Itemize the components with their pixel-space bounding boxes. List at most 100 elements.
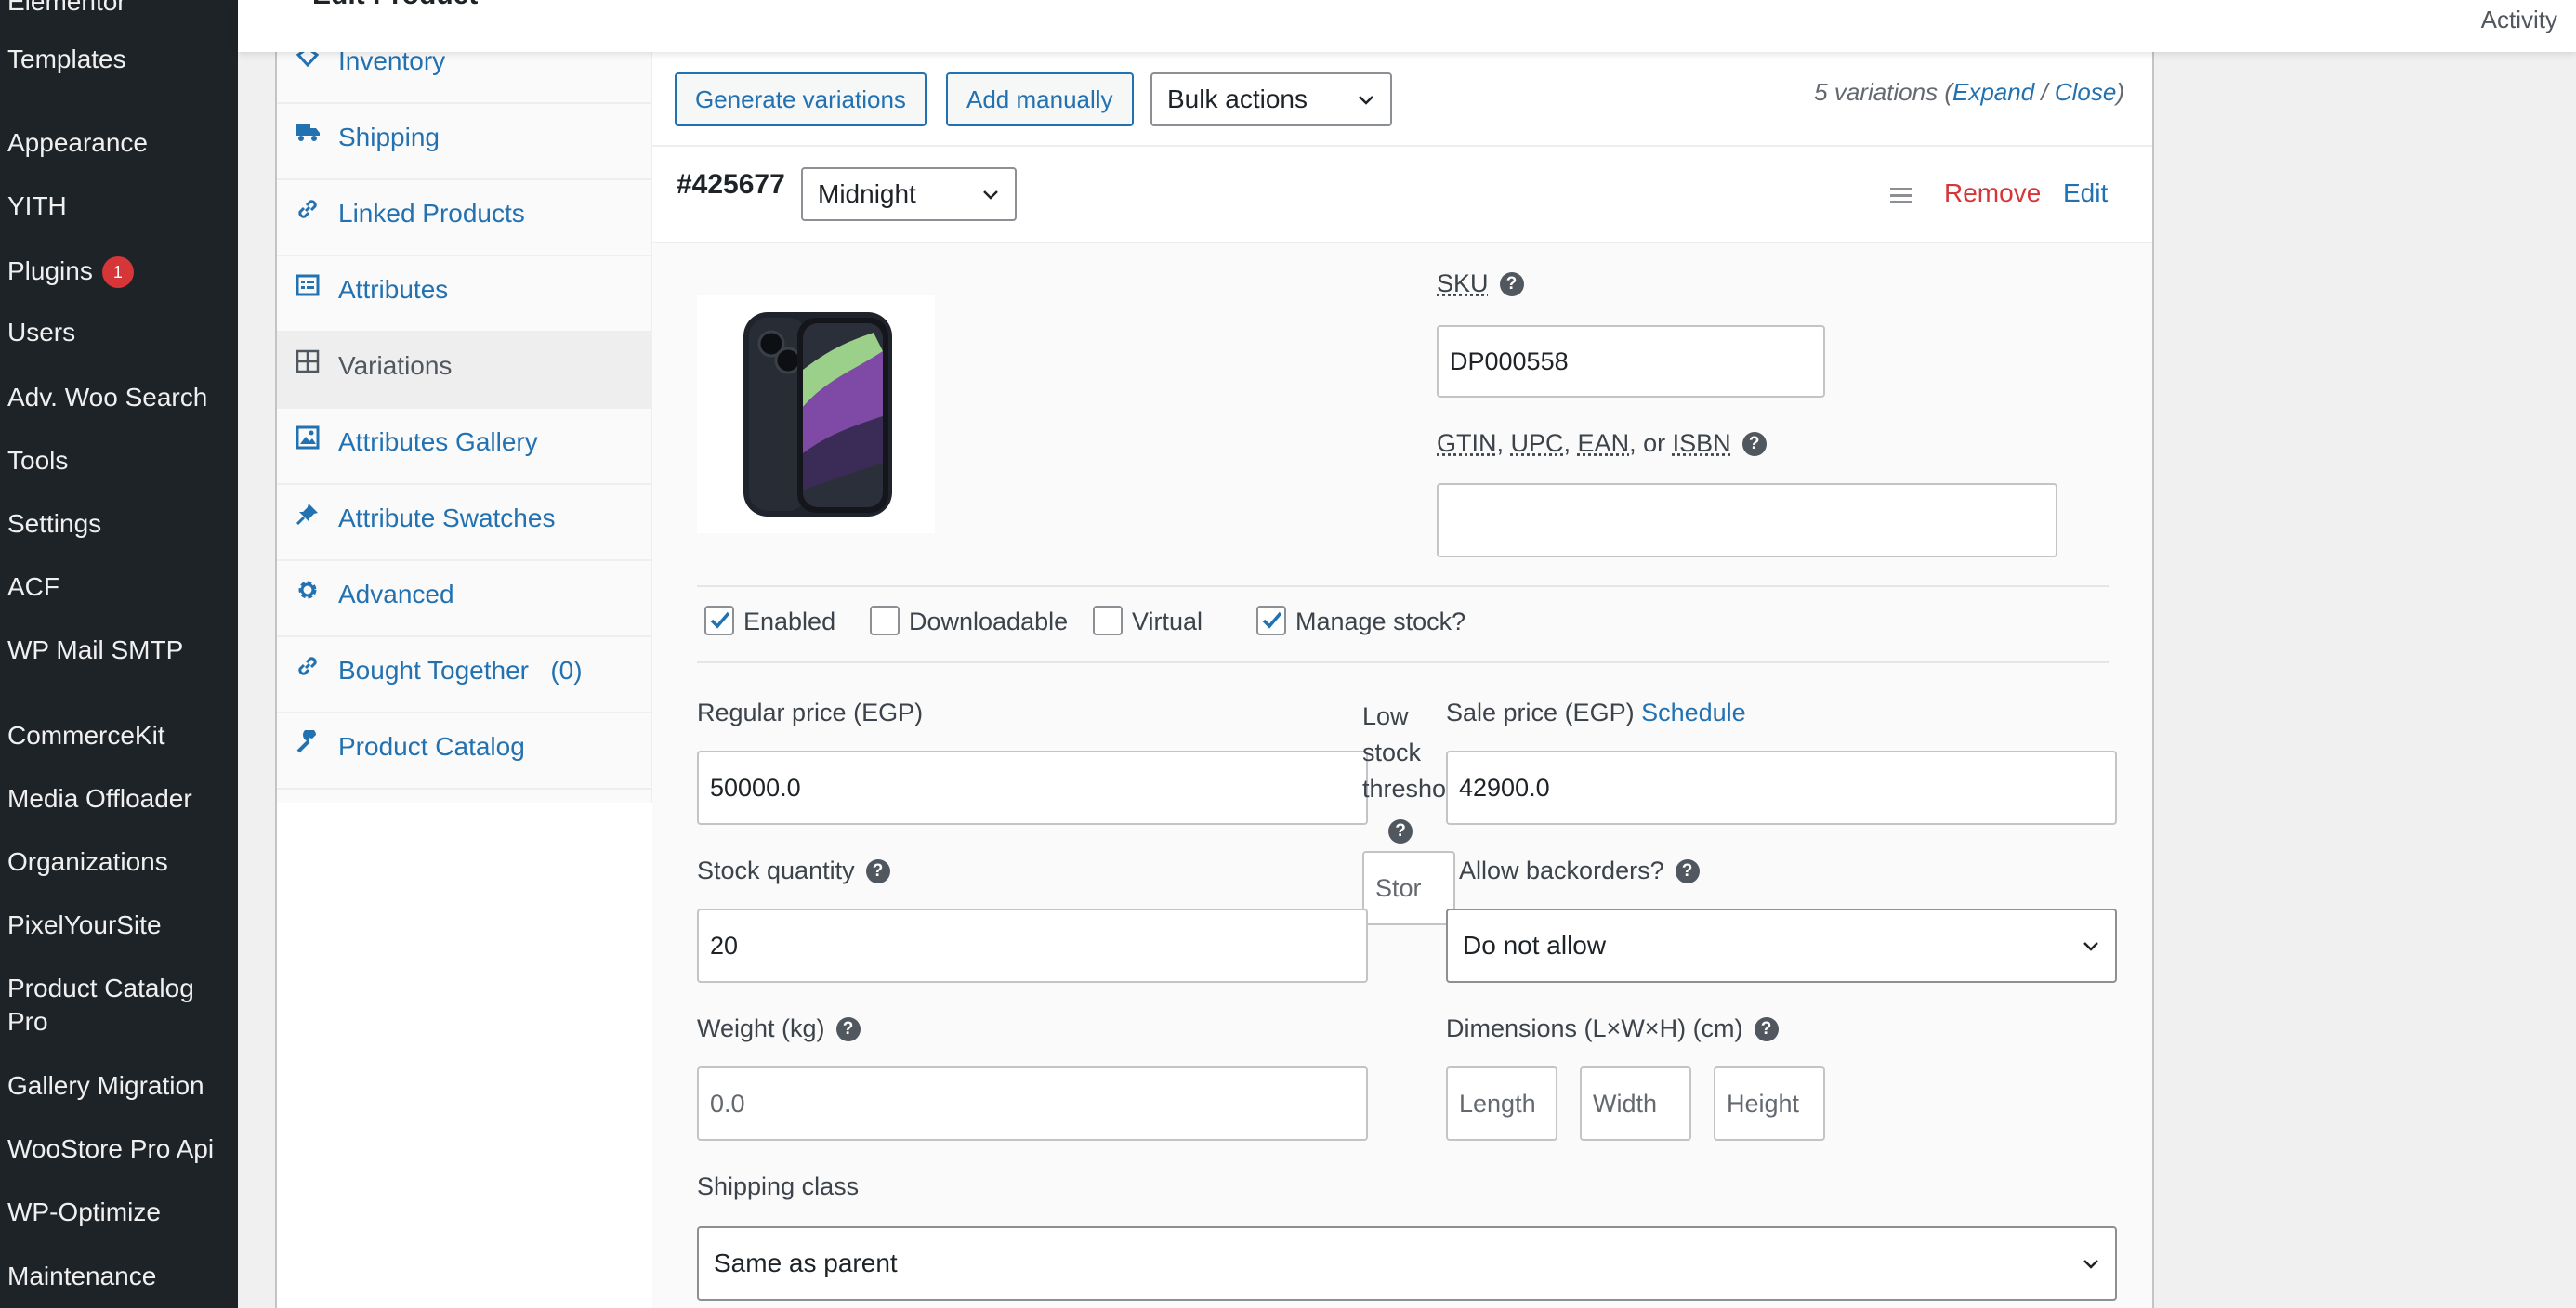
sku-input[interactable]: DP000558 [1437, 325, 1825, 398]
link-icon [294, 654, 322, 682]
sidebar-item-appearance[interactable]: Appearance [7, 126, 148, 160]
tab-variations[interactable]: Variations [277, 333, 652, 409]
downloadable-checkbox[interactable] [870, 606, 900, 635]
help-icon[interactable]: ? [1675, 859, 1700, 883]
width-input[interactable]: Width [1580, 1066, 1691, 1141]
weight-input[interactable]: 0.0 [697, 1066, 1368, 1141]
tab-label: Attribute Swatches [338, 504, 556, 532]
edit-variation-link[interactable]: Edit [2063, 178, 2108, 208]
regular-price-input[interactable]: 50000.0 [697, 751, 1368, 825]
tab-label: Linked Products [338, 199, 525, 228]
length-input[interactable]: Length [1446, 1066, 1557, 1141]
sale-price-input[interactable]: 42900.0 [1446, 751, 2117, 825]
gtin-sep: , [1563, 429, 1578, 457]
variations-toolbar: Generate variations Add manually Bulk ac… [652, 52, 2152, 147]
activity-button[interactable]: Activity [2481, 6, 2557, 34]
sidebar-item-wp-mail-smtp[interactable]: WP Mail SMTP [7, 634, 183, 667]
sidebar-item-adv-woo-search[interactable]: Adv. Woo Search [7, 381, 207, 414]
sidebar-item-commercekit[interactable]: CommerceKit [7, 719, 165, 752]
enabled-label: Enabled [743, 608, 836, 635]
sale-price-label: Sale price (EGP) Schedule [1446, 699, 1746, 727]
gtin-or: , or [1629, 429, 1673, 457]
expand-link[interactable]: Expand [1952, 78, 2034, 106]
help-icon[interactable]: ? [1499, 272, 1524, 296]
variation-body: SKU? DP000558 GTIN, UPC, EAN, or ISBN? E… [652, 243, 2152, 1308]
backorders-value: Do not allow [1463, 931, 1607, 960]
stock-quantity-label-text: Stock quantity [697, 857, 855, 884]
help-icon[interactable]: ? [1754, 1017, 1779, 1041]
sidebar-item-settings[interactable]: Settings [7, 507, 101, 541]
close-link[interactable]: Close [2055, 78, 2116, 106]
dimensions-label-text: Dimensions (L×W×H) (cm) [1446, 1014, 1743, 1042]
sidebar-item-woostore-pro-api[interactable]: WooStore Pro Api [7, 1132, 214, 1166]
tab-label: Variations [338, 351, 453, 380]
help-icon[interactable]: ? [865, 859, 890, 883]
stock-quantity-input[interactable]: 20 [697, 909, 1368, 983]
tab-label: Advanced [338, 580, 454, 608]
page-title: Edit Product [312, 0, 478, 11]
gtin-input[interactable] [1437, 483, 2057, 557]
chevron-down-icon [2083, 1260, 2098, 1269]
sidebar-item-label: Plugins [7, 256, 93, 285]
tab-label: Product Catalog [338, 732, 525, 761]
allow-backorders-label: Allow backorders?? [1459, 857, 1700, 885]
sidebar-item-label: Organizations [7, 847, 168, 876]
tab-attribute-swatches[interactable]: Attribute Swatches [277, 485, 652, 561]
shipping-class-select[interactable]: Same as parent [697, 1226, 2117, 1301]
sidebar-item-yith[interactable]: YITH [7, 190, 67, 223]
help-icon[interactable]: ? [1388, 819, 1413, 844]
bulk-actions-select[interactable]: Bulk actions [1150, 72, 1392, 126]
sidebar-item-label: WP-Optimize [7, 1197, 161, 1226]
isbn-abbr: ISBN [1672, 429, 1731, 457]
schedule-link[interactable]: Schedule [1641, 699, 1746, 726]
sidebar-item-maintenance[interactable]: Maintenance [7, 1260, 156, 1293]
tab-product-catalog[interactable]: Product Catalog [277, 713, 652, 790]
backorders-select[interactable]: Do not allow [1446, 909, 2117, 983]
tab-bought-together[interactable]: Bought Together (0) [277, 637, 652, 713]
drag-handle-icon[interactable] [1888, 184, 1914, 206]
add-manually-button[interactable]: Add manually [946, 72, 1134, 126]
sidebar-item-gallery-migration[interactable]: Gallery Migration [7, 1069, 204, 1103]
variation-id: #425677 [677, 169, 785, 200]
tab-linked-products[interactable]: Linked Products [277, 180, 652, 256]
downloadable-label: Downloadable [909, 608, 1069, 635]
sidebar-item-acf[interactable]: ACF [7, 570, 59, 604]
color-attribute-select[interactable]: Midnight [801, 167, 1017, 221]
tab-attributes-gallery[interactable]: Attributes Gallery [277, 409, 652, 485]
sidebar-item-label: Tools [7, 446, 69, 475]
sidebar-item-media-offloader[interactable]: Media Offloader [7, 782, 192, 816]
sidebar-item-templates[interactable]: Templates [7, 43, 126, 76]
sidebar-item-tools[interactable]: Tools [7, 444, 68, 477]
variation-header[interactable]: #425677 Midnight Remove Edit [652, 147, 2152, 243]
height-input[interactable]: Height [1714, 1066, 1825, 1141]
variations-panel: Generate variations Add manually Bulk ac… [652, 52, 2152, 1308]
sidebar-item-label: Elementor [7, 0, 126, 16]
tab-attributes[interactable]: Attributes [277, 256, 652, 333]
low-stock-threshold-input[interactable]: Stor [1362, 851, 1455, 925]
variation-image[interactable] [697, 295, 935, 533]
manage-stock-checkbox[interactable] [1256, 606, 1286, 635]
checkmark-icon [710, 611, 730, 629]
generate-variations-button[interactable]: Generate variations [675, 72, 927, 126]
sidebar-item-organizations[interactable]: Organizations [7, 845, 168, 879]
remove-variation-link[interactable]: Remove [1944, 178, 2041, 208]
variation-count: 5 variations (Expand / Close) [1814, 78, 2124, 107]
tab-advanced[interactable]: Advanced [277, 561, 652, 637]
sidebar-item-product-catalog-pro[interactable]: Product Catalog Pro [7, 972, 230, 1039]
shipping-class-value: Same as parent [714, 1249, 898, 1277]
sidebar-item-pixelyoursite[interactable]: PixelYourSite [7, 909, 162, 942]
sidebar-item-label: CommerceKit [7, 721, 165, 750]
help-icon[interactable]: ? [1741, 432, 1767, 456]
tab-shipping[interactable]: Shipping [277, 104, 652, 180]
sku-label-text: SKU [1437, 269, 1489, 297]
separator: / [2034, 78, 2055, 106]
sale-price-label-text: Sale price (EGP) [1446, 699, 1635, 726]
sidebar-item-wp-optimize[interactable]: WP-Optimize [7, 1196, 161, 1229]
sidebar-item-elementor[interactable]: Elementor [7, 0, 126, 19]
sidebar-item-plugins[interactable]: Plugins 1 [7, 255, 134, 288]
enabled-checkbox[interactable] [704, 606, 734, 635]
help-icon[interactable]: ? [835, 1017, 861, 1041]
phone-product-image [743, 312, 892, 517]
sidebar-item-users[interactable]: Users [7, 316, 75, 349]
virtual-checkbox[interactable] [1093, 606, 1123, 635]
